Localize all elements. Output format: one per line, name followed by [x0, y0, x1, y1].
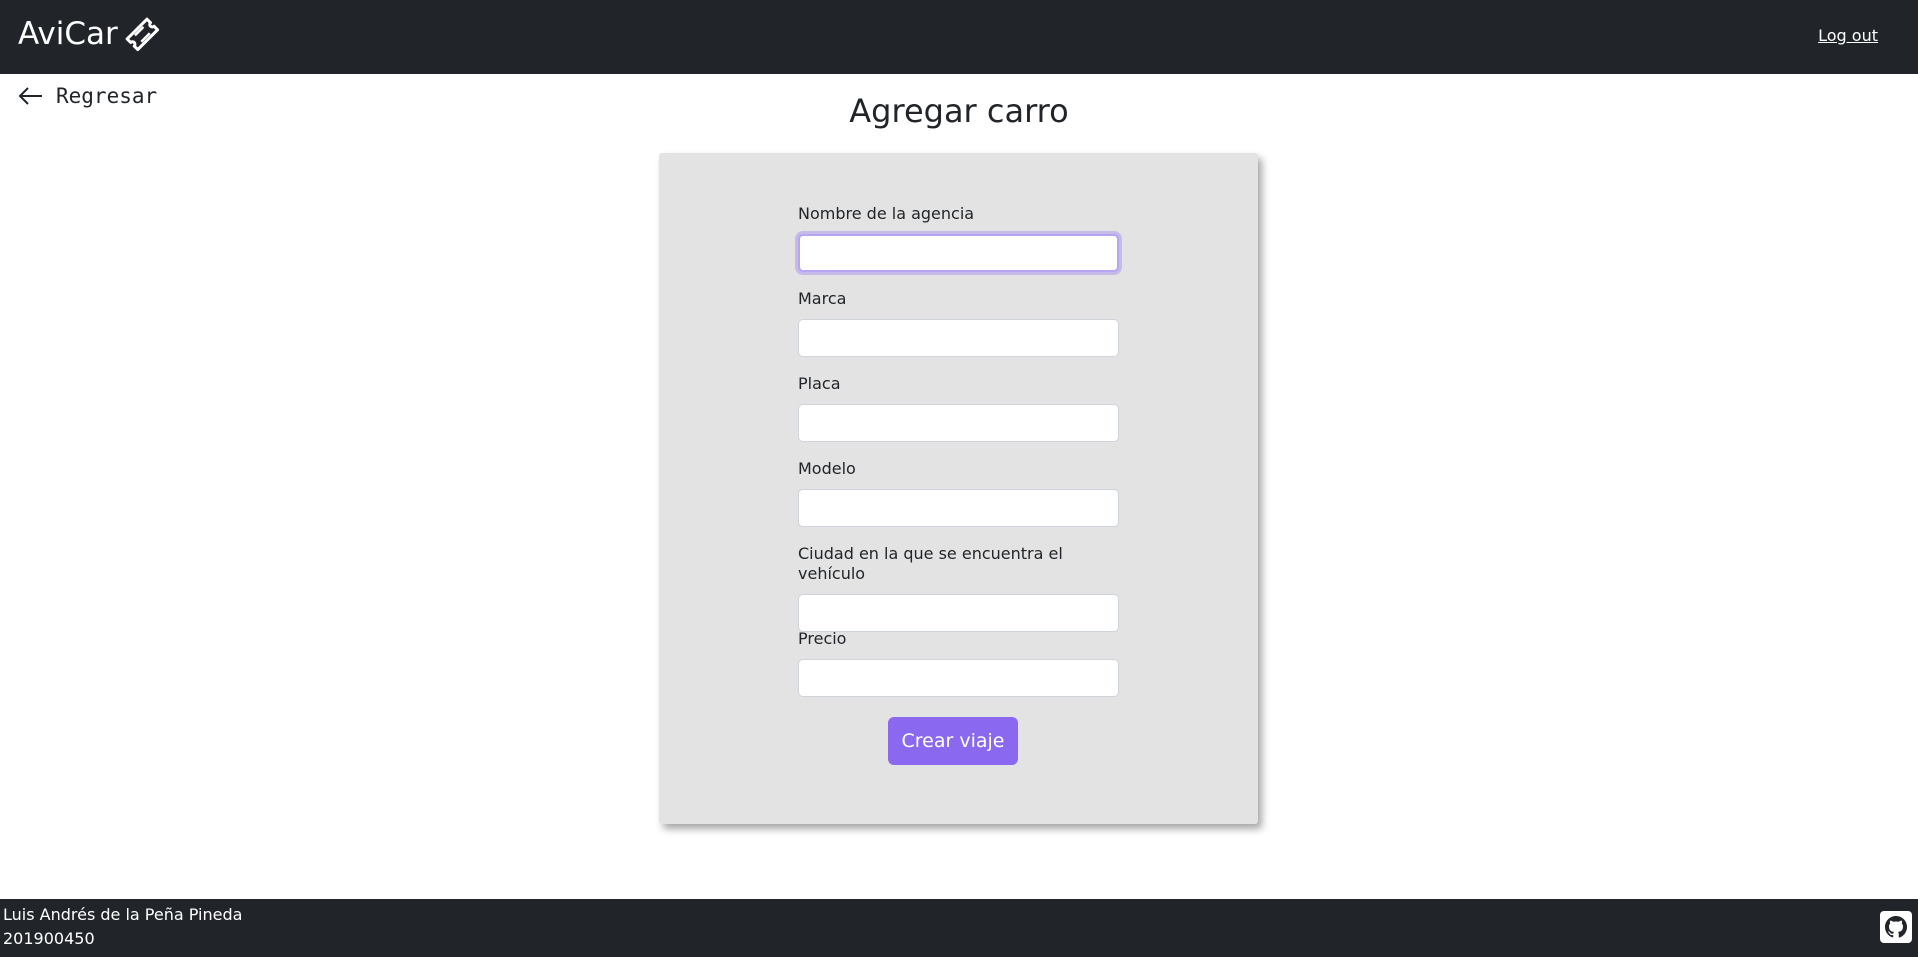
field-price: Precio [798, 629, 1119, 697]
field-plate: Placa [798, 374, 1119, 442]
field-model: Modelo [798, 459, 1119, 527]
brand-input[interactable] [798, 319, 1119, 357]
plate-label: Placa [798, 374, 841, 393]
plate-input[interactable] [798, 404, 1119, 442]
page-title: Agregar carro [849, 92, 1069, 130]
github-icon[interactable] [1880, 911, 1912, 943]
model-label: Modelo [798, 459, 856, 478]
price-label: Precio [798, 629, 847, 648]
agency-label: Nombre de la agencia [798, 204, 975, 223]
city-label: Ciudad en la que se encuentra el vehícul… [798, 544, 1063, 583]
brand-name: AviCar [18, 16, 118, 52]
logout-link[interactable]: Log out [1818, 26, 1878, 45]
field-city: Ciudad en la que se encuentra el vehícul… [798, 544, 1119, 632]
footer: Luis Andrés de la Peña Pineda 201900450 [0, 899, 1918, 957]
city-input[interactable] [798, 594, 1119, 632]
create-trip-button[interactable]: Crear viaje [888, 717, 1018, 765]
brand-logo[interactable]: AviCar [18, 14, 160, 54]
agency-input[interactable] [798, 234, 1119, 272]
field-agency: Nombre de la agencia [798, 204, 1119, 272]
brand-label: Marca [798, 289, 847, 308]
model-input[interactable] [798, 489, 1119, 527]
top-navbar: AviCar Log out [0, 0, 1918, 74]
add-car-form: Nombre de la agencia Marca Placa Modelo … [659, 153, 1258, 824]
author-name: Luis Andrés de la Peña Pineda [3, 905, 243, 924]
ticket-icon [124, 16, 160, 52]
student-id: 201900450 [3, 929, 95, 948]
field-brand: Marca [798, 289, 1119, 357]
price-input[interactable] [798, 659, 1119, 697]
